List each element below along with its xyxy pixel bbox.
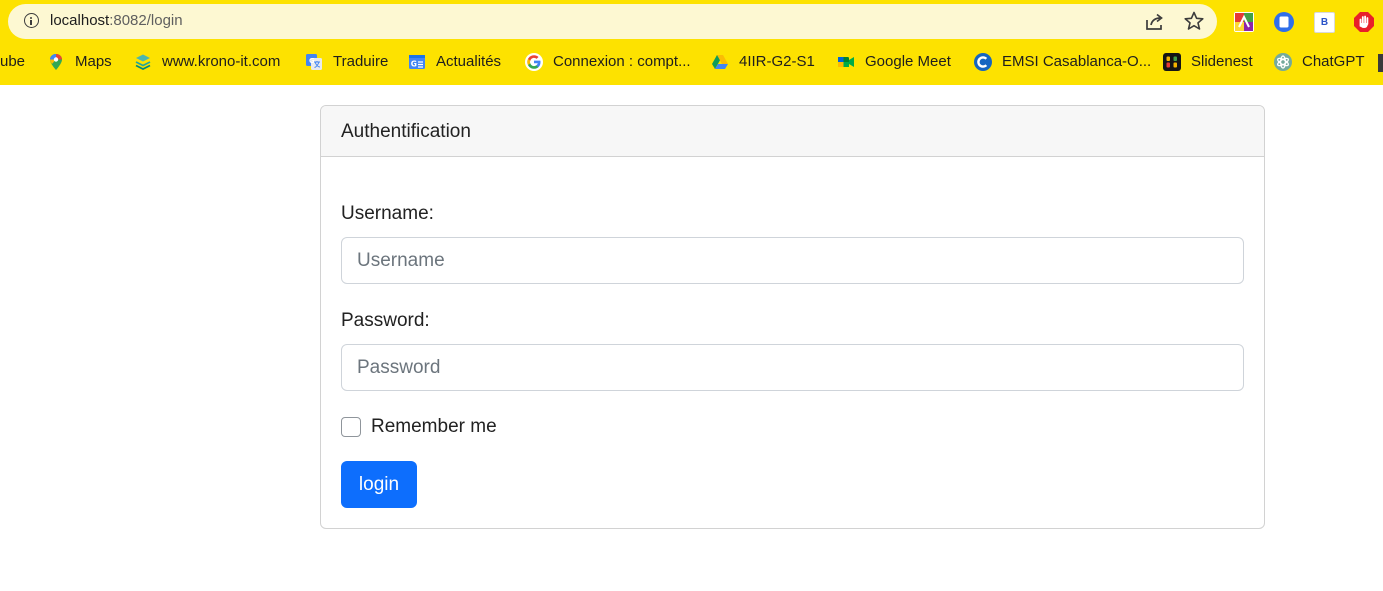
browser-toolbar: localhost:8082/login B ube Maps www.kron… bbox=[0, 0, 1383, 85]
bookmark-chatgpt[interactable]: ChatGPT bbox=[1274, 51, 1365, 73]
card-title: Authentification bbox=[341, 121, 471, 142]
news-icon: G bbox=[409, 55, 425, 69]
bookmark-maps[interactable]: Maps bbox=[47, 51, 112, 73]
username-label: Username: bbox=[341, 203, 434, 224]
bookmark-slidenest[interactable]: Slidenest bbox=[1163, 51, 1253, 73]
extension-b-icon[interactable]: B bbox=[1314, 12, 1335, 33]
adblock-hand-icon[interactable] bbox=[1353, 11, 1375, 33]
bookmark-youtube[interactable]: ube bbox=[0, 51, 25, 73]
bookmark-label: Slidenest bbox=[1191, 53, 1253, 70]
bookmark-label: 4IIR-G2-S1 bbox=[739, 53, 815, 70]
remember-me-label[interactable]: Remember me bbox=[371, 416, 497, 438]
url-host: localhost bbox=[50, 12, 110, 29]
bookmark-label: ube bbox=[0, 53, 26, 70]
translate-icon: G bbox=[306, 54, 322, 70]
bookmark-krono-it[interactable]: www.krono-it.com bbox=[134, 51, 280, 73]
bookmark-4iir-g2-s1[interactable]: 4IIR-G2-S1 bbox=[711, 51, 815, 73]
bookmark-label: Actualités bbox=[436, 53, 502, 70]
bookmark-label: Traduire bbox=[333, 53, 389, 70]
url-text[interactable]: localhost:8082/login bbox=[50, 12, 183, 30]
google-g-icon bbox=[525, 53, 543, 71]
password-input[interactable] bbox=[341, 344, 1244, 391]
login-button[interactable]: login bbox=[341, 461, 417, 508]
meet-icon bbox=[838, 57, 854, 67]
bookmark-label: EMSI Casablanca-O... bbox=[1002, 53, 1152, 70]
bookmark-emsi[interactable]: EMSI Casablanca-O... bbox=[974, 51, 1151, 73]
login-card: Authentification Username: Password: Rem… bbox=[320, 105, 1265, 529]
bookmark-star-icon[interactable] bbox=[1183, 10, 1205, 32]
remember-me-checkbox[interactable] bbox=[341, 417, 361, 437]
address-bar[interactable] bbox=[8, 4, 1217, 39]
chatgpt-icon bbox=[1274, 53, 1292, 71]
username-input[interactable] bbox=[341, 237, 1244, 284]
bookmark-actualites[interactable]: G Actualités bbox=[408, 51, 501, 73]
slidenest-icon bbox=[1163, 53, 1181, 71]
bookmark-label: Google Meet bbox=[865, 53, 951, 70]
extension-colorful-icon[interactable] bbox=[1233, 11, 1255, 33]
extension-b-label: B bbox=[1320, 17, 1329, 28]
bookmarks-bar: ube Maps www.krono-it.com G Traduire G A… bbox=[0, 47, 1383, 77]
bookmark-label: Maps bbox=[75, 53, 112, 70]
password-label: Password: bbox=[341, 310, 430, 331]
bookmark-connexion[interactable]: Connexion : compt... bbox=[525, 51, 691, 73]
remember-me-row[interactable]: Remember me bbox=[341, 416, 497, 438]
krono-layers-icon bbox=[135, 54, 151, 71]
bookmark-label: www.krono-it.com bbox=[162, 53, 281, 70]
site-info-icon[interactable] bbox=[24, 13, 39, 28]
bookmark-traduire[interactable]: G Traduire bbox=[305, 51, 388, 73]
emsi-icon bbox=[974, 53, 992, 71]
svg-text:G: G bbox=[411, 60, 417, 69]
url-path: :8082/login bbox=[109, 12, 183, 29]
bookmark-label: Connexion : compt... bbox=[553, 53, 691, 70]
share-icon[interactable] bbox=[1144, 11, 1166, 33]
bookmark-google-meet[interactable]: Google Meet bbox=[837, 51, 951, 73]
bookmark-label: ChatGPT bbox=[1302, 53, 1365, 70]
drive-icon bbox=[712, 55, 728, 69]
maps-pin-icon bbox=[50, 54, 62, 70]
card-header: Authentification bbox=[321, 106, 1264, 157]
svg-text:G: G bbox=[309, 57, 315, 65]
extension-blue-bookmark-icon[interactable] bbox=[1273, 11, 1295, 33]
bookmarks-overflow-icon[interactable] bbox=[1378, 54, 1383, 72]
